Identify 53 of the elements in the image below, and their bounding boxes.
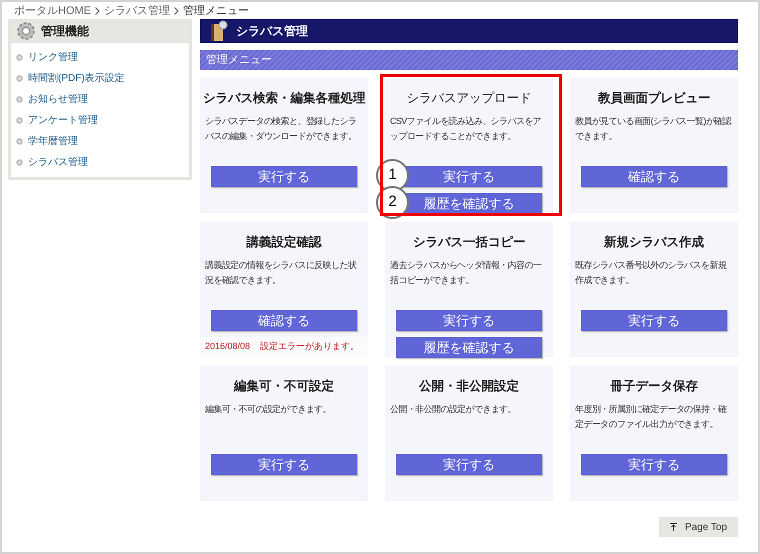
card-title: シラバスアップロード xyxy=(406,90,532,107)
card-title: 公開・非公開設定 xyxy=(418,378,520,395)
sidebar-title: 管理機能 xyxy=(41,23,89,40)
bullet-icon xyxy=(16,138,23,145)
sidebar-link[interactable]: シラバス管理 xyxy=(28,155,88,170)
sidebar-link[interactable]: 時間割(PDF)表示設定 xyxy=(28,71,125,86)
card-title: シラバス一括コピー xyxy=(412,234,526,251)
card-title: 新規シラバス作成 xyxy=(603,234,705,251)
card-title: 教員画面プレビュー xyxy=(596,90,712,107)
bullet-icon xyxy=(16,96,23,103)
card-title: 編集可・不可設定 xyxy=(232,378,335,395)
action-button[interactable]: 確認する xyxy=(581,166,727,187)
action-button[interactable]: 実行する xyxy=(581,454,727,475)
card-description: 年度別・所属別に確定データの保持・確定データのファイル出力ができます。 xyxy=(574,402,728,431)
sidebar-link[interactable]: アンケート管理 xyxy=(28,113,98,128)
notice-date: 2016/08/08 xyxy=(205,340,250,354)
gear-icon xyxy=(15,21,37,41)
sidebar-link[interactable]: お知らせ管理 xyxy=(28,92,88,107)
bullet-icon xyxy=(16,117,23,124)
card-description: CSVファイルを読み込み、シラバスをアップロードすることができます。 xyxy=(389,114,542,143)
breadcrumb-link[interactable]: シラバス管理 xyxy=(104,2,170,20)
chevron-right-icon xyxy=(95,7,100,15)
breadcrumb-current: 管理メニュー xyxy=(183,4,249,19)
page-top-button[interactable]: Page Top xyxy=(659,517,738,537)
bullet-icon xyxy=(16,75,23,82)
action-button[interactable]: 実行する xyxy=(396,310,542,331)
card-description: シラバスデータの検索と、登録したシラバスの編集・ダウンロードができます。 xyxy=(204,114,358,143)
action-button[interactable]: 実行する xyxy=(211,454,357,475)
arrow-up-icon xyxy=(670,523,677,531)
card-description: 公開・非公開の設定ができます。 xyxy=(389,402,518,416)
card-title: 冊子データ保存 xyxy=(609,378,699,395)
card-title: 講義設定確認 xyxy=(245,234,323,251)
card-description: 教員が見ている画面(シラバス一覧)が確認できます。 xyxy=(574,114,732,143)
action-button[interactable]: 実行する xyxy=(396,454,542,475)
card-description: 講義設定の情報をシラバスに反映した状況を確認できます。 xyxy=(204,258,358,287)
header-title: シラバス管理 xyxy=(236,23,308,40)
sidebar-link[interactable]: 学年暦管理 xyxy=(28,134,78,149)
chevron-right-icon xyxy=(174,7,179,15)
sidebar-link[interactable]: リンク管理 xyxy=(28,50,78,65)
section-title: 管理メニュー xyxy=(206,52,272,68)
error-message: 設定エラーがあります。 xyxy=(260,340,360,354)
action-button[interactable]: 実行する xyxy=(581,310,727,331)
bullet-icon xyxy=(16,54,23,61)
action-button[interactable]: 履歴を確認する xyxy=(396,337,542,358)
breadcrumb-link[interactable]: ポータルHOME xyxy=(14,2,91,20)
bullet-icon xyxy=(16,159,23,166)
card-description: 編集可・不可の設定ができます。 xyxy=(204,402,332,416)
action-button[interactable]: 確認する xyxy=(211,310,357,331)
book-icon xyxy=(208,20,228,42)
card-description: 既存シラバス番号以外のシラバスを新規作成できます。 xyxy=(574,258,728,287)
card-description: 過去シラバスからヘッダ情報・内容の一括コピーができます。 xyxy=(389,258,542,287)
card-title: シラバス検索・編集各種処理 xyxy=(202,90,366,107)
action-button[interactable]: 実行する xyxy=(211,166,357,187)
